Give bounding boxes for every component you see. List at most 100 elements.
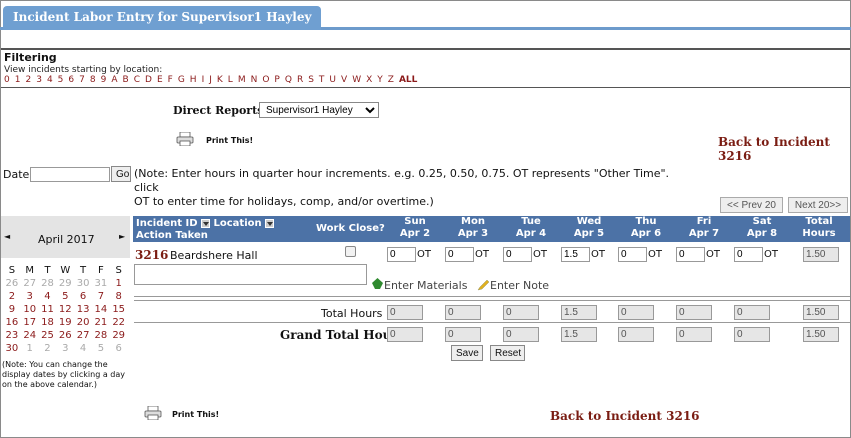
calendar-day[interactable]: 17 (21, 317, 39, 330)
calendar-day[interactable]: 2 (39, 343, 57, 356)
ot-link[interactable]: OT (764, 249, 778, 260)
enter-materials-link[interactable]: Enter Materials (384, 279, 467, 292)
location-letter-link[interactable]: V (341, 75, 347, 85)
location-letter-link[interactable]: 6 (68, 75, 74, 85)
sort-icon[interactable] (265, 218, 275, 228)
location-letter-link[interactable]: H (190, 75, 197, 85)
calendar-day[interactable]: 11 (39, 304, 57, 317)
location-letter-link[interactable]: W (352, 75, 361, 85)
calendar-day[interactable]: 26 (3, 278, 21, 291)
calendar-day[interactable]: 4 (74, 343, 92, 356)
calendar-prev-icon[interactable]: ◄ (4, 232, 10, 241)
next-20-button[interactable]: Next 20>> (788, 197, 848, 213)
location-letter-link[interactable]: G (178, 75, 185, 85)
location-letter-link[interactable]: U (329, 75, 336, 85)
hours-input[interactable] (618, 247, 647, 262)
calendar-day[interactable]: 2 (3, 291, 21, 304)
calendar-day[interactable]: 4 (39, 291, 57, 304)
calendar-day[interactable]: 29 (110, 330, 128, 343)
calendar-day[interactable]: 20 (74, 317, 92, 330)
calendar-next-icon[interactable]: ► (119, 232, 125, 241)
calendar-day[interactable]: 13 (74, 304, 92, 317)
hours-input[interactable] (561, 247, 590, 262)
tab-incident-labor-entry[interactable]: Incident Labor Entry for Supervisor1 Hay… (3, 6, 322, 30)
location-letter-link[interactable]: P (274, 75, 279, 85)
date-input[interactable] (30, 167, 110, 182)
location-letter-link[interactable]: 4 (47, 75, 53, 85)
location-all-link[interactable]: ALL (399, 75, 417, 85)
calendar-day[interactable]: 30 (74, 278, 92, 291)
prev-20-button[interactable]: << Prev 20 (720, 197, 783, 213)
calendar-day[interactable]: 26 (56, 330, 74, 343)
location-letter-link[interactable]: 9 (101, 75, 107, 85)
calendar-day[interactable]: 12 (56, 304, 74, 317)
ot-link[interactable]: OT (417, 249, 431, 260)
hours-input[interactable] (734, 247, 763, 262)
location-letter-link[interactable]: 1 (15, 75, 21, 85)
calendar-day[interactable]: 7 (92, 291, 110, 304)
printer-icon[interactable] (176, 132, 194, 146)
ot-link[interactable]: OT (591, 249, 605, 260)
enter-note-link[interactable]: Enter Note (490, 279, 549, 292)
location-letter-link[interactable]: R (297, 75, 303, 85)
location-letter-link[interactable]: M (238, 75, 246, 85)
location-letter-link[interactable]: X (366, 75, 372, 85)
location-letter-link[interactable]: 5 (58, 75, 64, 85)
ot-link[interactable]: OT (648, 249, 662, 260)
calendar-day[interactable]: 18 (39, 317, 57, 330)
direct-reports-select[interactable]: Supervisor1 Hayley (259, 102, 379, 118)
location-letter-link[interactable]: 8 (90, 75, 96, 85)
calendar-day[interactable]: 19 (56, 317, 74, 330)
go-button[interactable]: Go (111, 166, 131, 182)
calendar-day[interactable]: 1 (21, 343, 39, 356)
calendar-day[interactable]: 15 (110, 304, 128, 317)
calendar-day[interactable]: 1 (110, 278, 128, 291)
incident-id-link[interactable]: 3216 (135, 248, 168, 262)
location-letter-link[interactable]: Z (388, 75, 394, 85)
hours-input[interactable] (387, 247, 416, 262)
calendar-day[interactable]: 8 (110, 291, 128, 304)
calendar-day[interactable]: 25 (39, 330, 57, 343)
location-letter-link[interactable]: 0 (4, 75, 10, 85)
calendar-day[interactable]: 5 (92, 343, 110, 356)
hours-input[interactable] (503, 247, 532, 262)
calendar-day[interactable]: 27 (74, 330, 92, 343)
location-letter-link[interactable]: O (262, 75, 269, 85)
calendar-day[interactable]: 28 (39, 278, 57, 291)
location-letter-link[interactable]: L (228, 75, 233, 85)
calendar-day[interactable]: 29 (56, 278, 74, 291)
calendar-day[interactable]: 6 (110, 343, 128, 356)
ot-link[interactable]: OT (533, 249, 547, 260)
calendar-day[interactable]: 6 (74, 291, 92, 304)
back-to-incident-link-bottom[interactable]: Back to Incident 3216 (550, 409, 700, 423)
location-letter-link[interactable]: Q (285, 75, 292, 85)
calendar-day[interactable]: 22 (110, 317, 128, 330)
location-letter-link[interactable]: D (145, 75, 152, 85)
location-letter-link[interactable]: J (209, 75, 212, 85)
calendar-day[interactable]: 24 (21, 330, 39, 343)
hours-input[interactable] (676, 247, 705, 262)
calendar-day[interactable]: 21 (92, 317, 110, 330)
location-letter-link[interactable]: 2 (25, 75, 31, 85)
location-letter-link[interactable]: C (134, 75, 140, 85)
calendar-day[interactable]: 10 (21, 304, 39, 317)
location-letter-link[interactable]: S (308, 75, 314, 85)
save-button[interactable]: Save (451, 345, 483, 361)
calendar-day[interactable]: 3 (21, 291, 39, 304)
location-letter-link[interactable]: B (123, 75, 129, 85)
action-taken-textarea[interactable] (134, 264, 367, 285)
location-letter-link[interactable]: Y (377, 75, 383, 85)
print-link[interactable]: Print This! (206, 136, 253, 145)
calendar-day[interactable]: 30 (3, 343, 21, 356)
calendar-day[interactable]: 31 (92, 278, 110, 291)
calendar-day[interactable]: 23 (3, 330, 21, 343)
location-letter-link[interactable]: I (202, 75, 205, 85)
calendar-day[interactable]: 9 (3, 304, 21, 317)
location-letter-link[interactable]: E (157, 75, 163, 85)
location-letter-link[interactable]: T (319, 75, 325, 85)
calendar-day[interactable]: 28 (92, 330, 110, 343)
location-letter-link[interactable]: 3 (36, 75, 42, 85)
ot-link[interactable]: OT (475, 249, 489, 260)
calendar-day[interactable]: 27 (21, 278, 39, 291)
reset-button[interactable]: Reset (490, 345, 525, 361)
